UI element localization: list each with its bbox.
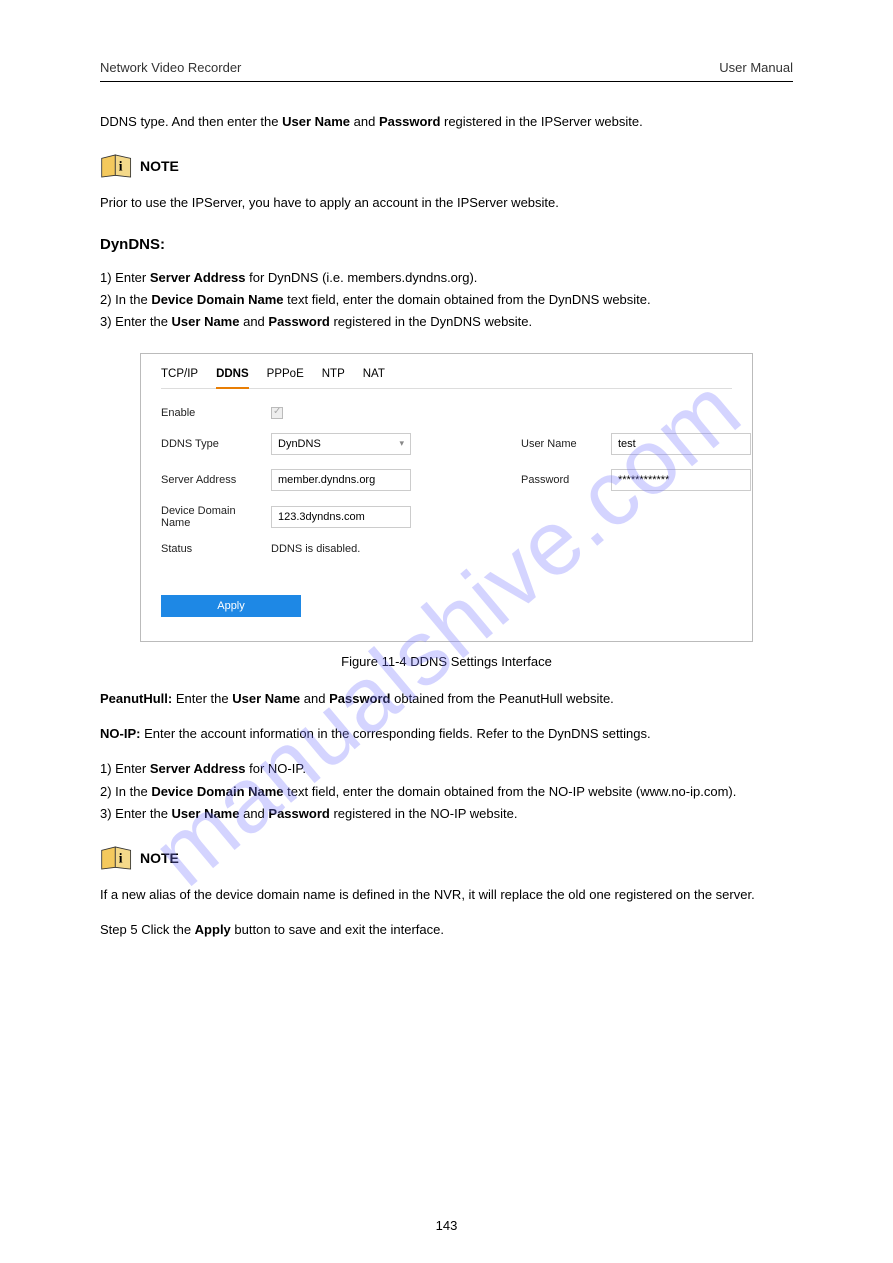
header-right: User Manual (719, 60, 793, 75)
ddns-type-value: DynDNS (278, 438, 321, 450)
noip-step2: 2) In the Device Domain Name text field,… (100, 781, 793, 803)
device-domain-input[interactable] (271, 506, 411, 528)
dyndns-heading: DynDNS: (100, 236, 793, 253)
peanuthull-block: PeanutHull: Enter the User Name and Pass… (100, 689, 793, 710)
tab-pppoe[interactable]: PPPoE (267, 368, 304, 380)
enable-checkbox[interactable] (271, 407, 283, 419)
intro-paragraph: DDNS type. And then enter the User Name … (100, 112, 793, 133)
chevron-down-icon: ▾ (399, 438, 404, 449)
note-icon: i (100, 845, 134, 871)
svg-text:i: i (119, 158, 123, 173)
note-label-2: NOTE (140, 850, 179, 866)
dyndns-step1: 1) Enter Server Address for DynDNS (i.e.… (100, 267, 793, 289)
note-text-1: Prior to use the IPServer, you have to a… (100, 193, 793, 214)
note-label-1: NOTE (140, 158, 179, 174)
tabs-bar: TCP/IP DDNS PPPoE NTP NAT (161, 368, 732, 389)
noip-step3: 3) Enter the User Name and Password regi… (100, 803, 793, 825)
header-left: Network Video Recorder (100, 60, 241, 75)
dyndns-step3: 3) Enter the User Name and Password regi… (100, 311, 793, 333)
page-content: Network Video Recorder User Manual DDNS … (0, 0, 893, 994)
apply-button[interactable]: Apply (161, 595, 301, 617)
password-input[interactable] (611, 469, 751, 491)
ddns-type-select[interactable]: DynDNS ▾ (271, 433, 411, 455)
noip-step1: 1) Enter Server Address for NO-IP. (100, 758, 793, 780)
tab-ddns[interactable]: DDNS (216, 368, 249, 389)
final-step: Step 5 Click the Apply button to save an… (100, 920, 793, 941)
status-label: Status (161, 543, 261, 555)
enable-label: Enable (161, 407, 261, 419)
page-number: 143 (436, 1218, 458, 1233)
note-text-2: If a new alias of the device domain name… (100, 885, 793, 906)
tab-nat[interactable]: NAT (363, 368, 385, 380)
svg-text:i: i (119, 850, 123, 865)
password-label: Password (521, 474, 601, 486)
note-block-2: i NOTE (100, 845, 793, 871)
figure-caption: Figure 11-4 DDNS Settings Interface (100, 654, 793, 669)
server-address-label: Server Address (161, 474, 261, 486)
dyndns-step2: 2) In the Device Domain Name text field,… (100, 289, 793, 311)
tab-ntp[interactable]: NTP (322, 368, 345, 380)
server-address-input[interactable] (271, 469, 411, 491)
ddns-type-label: DDNS Type (161, 438, 261, 450)
noip-block: NO-IP: Enter the account information in … (100, 724, 793, 745)
status-value: DDNS is disabled. (271, 543, 421, 555)
note-block-1: i NOTE (100, 153, 793, 179)
horizontal-rule (100, 81, 793, 82)
note-icon: i (100, 153, 134, 179)
username-label: User Name (521, 438, 601, 450)
ddns-screenshot: TCP/IP DDNS PPPoE NTP NAT Enable DDNS Ty… (140, 353, 753, 642)
username-input[interactable] (611, 433, 751, 455)
tab-tcpip[interactable]: TCP/IP (161, 368, 198, 380)
device-domain-label: Device Domain Name (161, 505, 261, 529)
